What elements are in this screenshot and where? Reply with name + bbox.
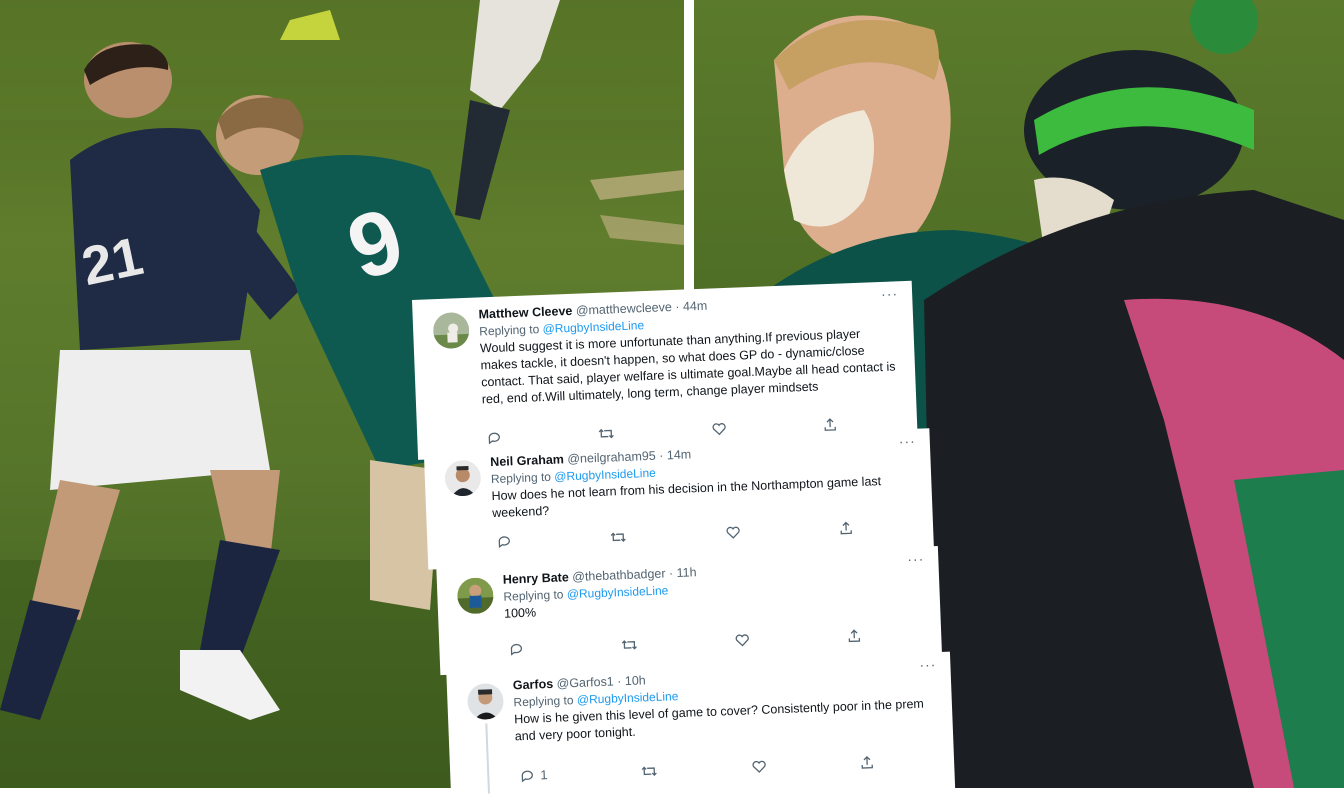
reply-icon[interactable] — [509, 642, 524, 657]
replying-to-mention[interactable]: @RugbyInsideLine — [577, 689, 679, 707]
like-icon[interactable] — [752, 759, 767, 775]
avatar-photo-icon[interactable] — [444, 459, 482, 497]
author-name[interactable]: Henry Bate — [503, 570, 569, 587]
separator-dot: · — [616, 674, 622, 689]
reply-icon[interactable]: 1 — [520, 767, 548, 783]
more-options-icon[interactable]: ··· — [919, 656, 937, 673]
author-handle[interactable]: @thebathbadger — [572, 566, 666, 584]
replying-to-label: Replying to — [503, 587, 564, 604]
tweet-time[interactable]: 11h — [676, 565, 696, 580]
tweet-screenshot-card: Matthew Cleeve @matthewcleeve · 44m Repl… — [412, 279, 977, 811]
tweet-text: Would suggest it is more unfortunate tha… — [479, 326, 896, 407]
reply-count: 1 — [540, 767, 548, 783]
replying-to-label: Replying to — [513, 693, 574, 710]
separator-dot: · — [658, 448, 664, 463]
reply-icon[interactable] — [497, 534, 512, 549]
separator-dot: · — [675, 299, 680, 314]
replying-to-mention[interactable]: @RugbyInsideLine — [554, 466, 656, 484]
thread-line — [485, 723, 490, 794]
replying-to-label: Replying to — [490, 469, 552, 487]
separator-dot: · — [668, 566, 674, 581]
tweet-time[interactable]: 44m — [683, 299, 708, 314]
tweet-actions — [497, 521, 853, 549]
retweet-icon[interactable] — [621, 638, 638, 653]
author-name[interactable]: Matthew Cleeve — [478, 304, 572, 322]
replying-to-label: Replying to — [478, 322, 540, 339]
tweet-time[interactable]: 14m — [667, 447, 692, 462]
retweet-icon[interactable] — [610, 530, 627, 545]
like-icon[interactable] — [712, 422, 727, 437]
retweet-icon[interactable] — [598, 426, 615, 441]
author-handle[interactable]: @Garfos1 — [556, 675, 614, 691]
like-icon[interactable] — [726, 526, 741, 541]
tweet-time[interactable]: 10h — [625, 673, 646, 688]
share-icon[interactable] — [860, 755, 875, 771]
like-icon[interactable] — [735, 633, 750, 648]
more-options-icon[interactable]: ··· — [898, 433, 916, 450]
reply-icon[interactable] — [487, 431, 502, 446]
author-name[interactable]: Garfos — [513, 677, 554, 693]
avatar-photo-icon[interactable] — [466, 682, 505, 721]
tweet-card: Garfos @Garfos1 · 10h Replying to @Rugby… — [446, 651, 956, 811]
tweet-actions — [509, 629, 861, 657]
retweet-icon[interactable] — [641, 763, 658, 779]
tweet-actions: 1 — [520, 755, 874, 784]
avatar-photo-icon[interactable] — [456, 577, 495, 615]
avatar-photo-icon[interactable] — [432, 311, 470, 350]
more-options-icon[interactable]: ··· — [907, 551, 925, 568]
share-icon[interactable] — [847, 629, 862, 644]
jersey-number-21: 21 — [77, 226, 148, 297]
more-options-icon[interactable]: ··· — [881, 285, 899, 302]
share-icon[interactable] — [823, 418, 838, 433]
author-name[interactable]: Neil Graham — [490, 452, 564, 469]
author-handle[interactable]: @neilgraham95 — [567, 449, 656, 466]
author-handle[interactable]: @matthewcleeve — [576, 300, 673, 318]
replying-to-mention[interactable]: @RugbyInsideLine — [567, 583, 669, 601]
replying-to-mention[interactable]: @RugbyInsideLine — [542, 318, 644, 336]
share-icon[interactable] — [839, 521, 854, 536]
